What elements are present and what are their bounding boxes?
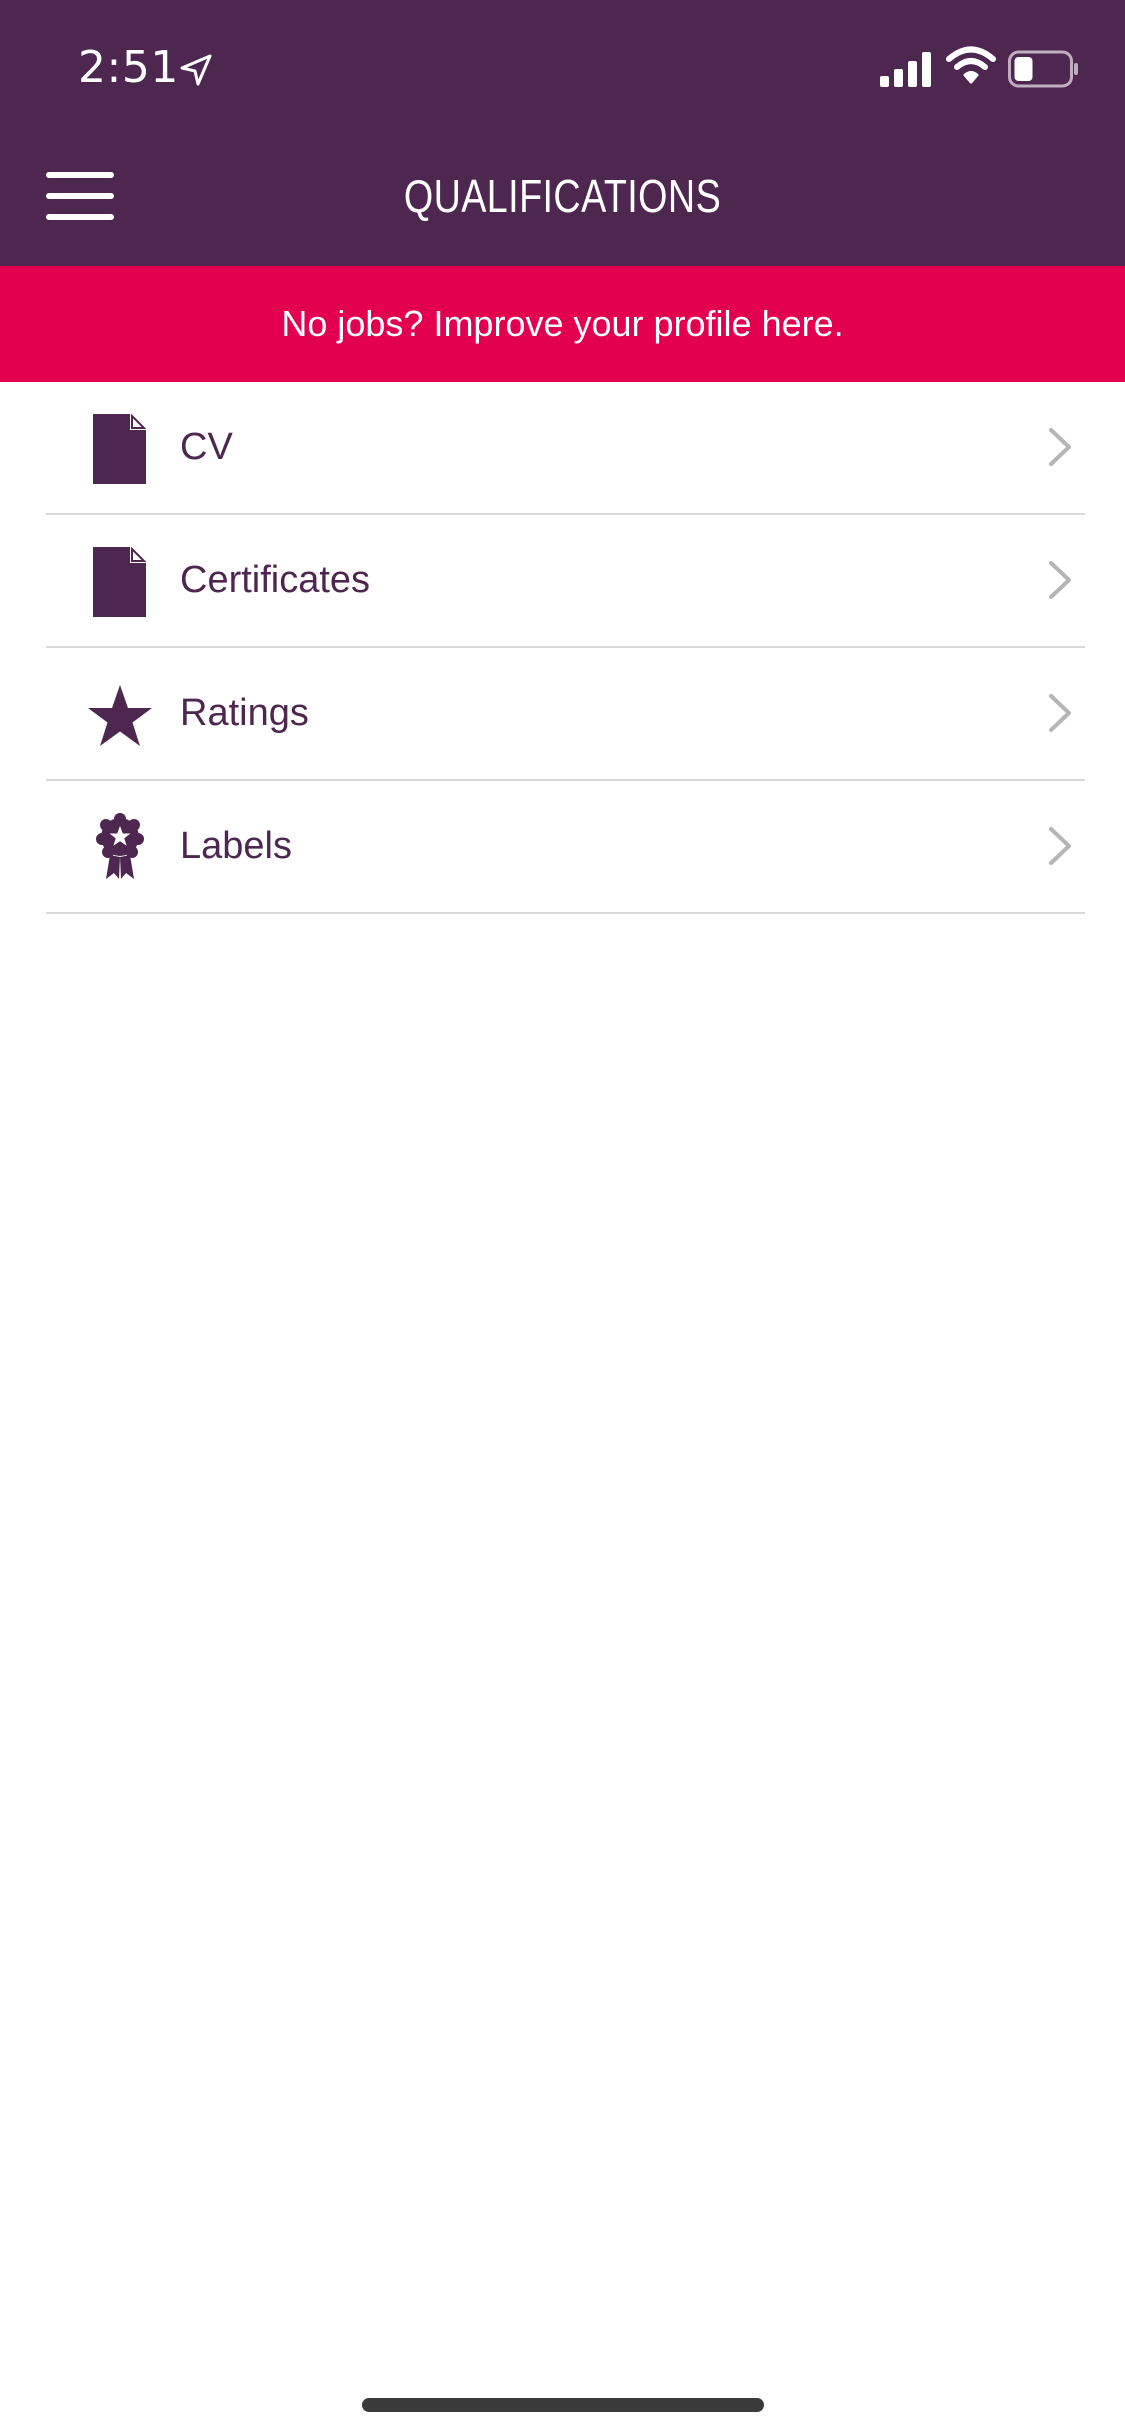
battery-icon [1008,50,1078,88]
document-icon [93,414,147,484]
list-item-label: CV [180,426,233,468]
header: 2:51 QUALIFICATIONS [0,0,1125,266]
star-icon [88,685,152,746]
cellular-signal-icon [880,52,931,87]
page-title: QUALIFICATIONS [403,170,722,222]
home-indicator[interactable] [362,2398,764,2412]
badge-icon [96,813,144,879]
list-item-labels[interactable]: Labels [46,781,1085,914]
improve-profile-banner[interactable]: No jobs? Improve your profile here. [0,266,1125,382]
chevron-right-icon [1049,428,1071,466]
list-item-certificates[interactable]: Certificates [46,515,1085,648]
document-icon [93,547,147,617]
list-item-label: Labels [180,825,292,867]
wifi-icon [946,46,996,84]
qualifications-list: CV Certificates Ratings Labels [0,382,1125,914]
list-item-label: Ratings [180,692,309,734]
chevron-right-icon [1049,694,1071,732]
location-arrow-icon [180,54,212,86]
status-time: 2:51 [78,42,179,93]
list-item-ratings[interactable]: Ratings [46,648,1085,781]
qualifications-screen: 2:51 QUALIFICATIONS No jobs? Improve you… [0,0,1125,2436]
chevron-right-icon [1049,827,1071,865]
list-item-label: Certificates [180,559,371,601]
list-item-cv[interactable]: CV [46,382,1085,515]
chevron-right-icon [1049,561,1071,599]
